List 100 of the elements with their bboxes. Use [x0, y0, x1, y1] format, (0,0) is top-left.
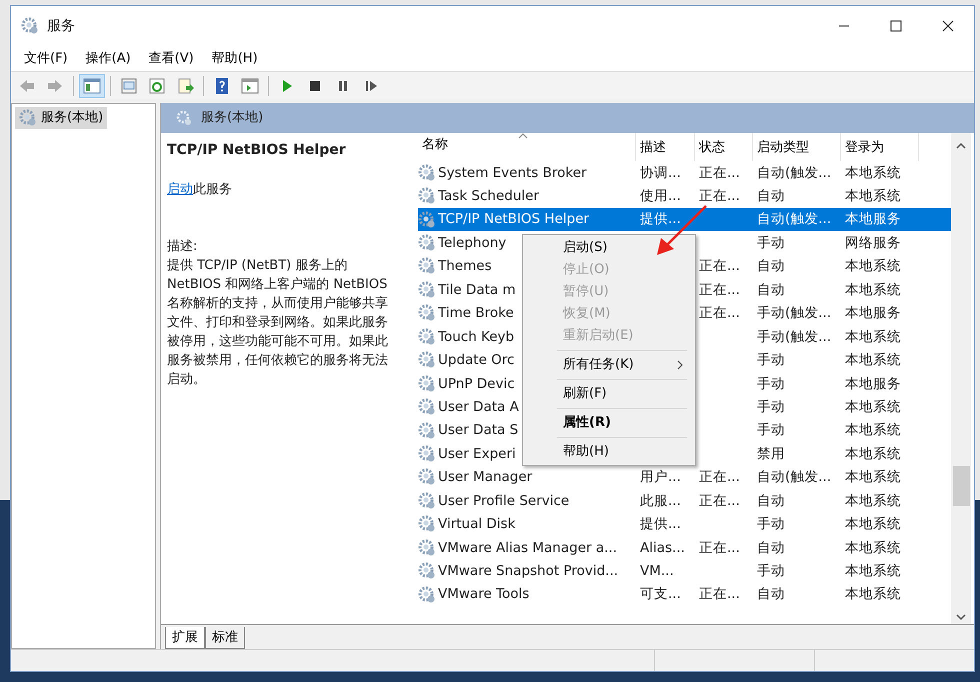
- table-cell: Alias...: [640, 540, 685, 556]
- table-cell: 提供...: [640, 211, 681, 228]
- table-cell: 手动: [757, 422, 785, 438]
- table-cell: 使用...: [640, 188, 681, 204]
- table-cell: 本地系统: [845, 586, 901, 602]
- table-cell: 本地系统: [845, 352, 901, 368]
- table-cell: 手动: [757, 352, 785, 368]
- menu-item[interactable]: 帮助(H): [202, 48, 267, 68]
- view-tab[interactable]: 扩展: [165, 627, 205, 649]
- properties-icon: [120, 76, 138, 94]
- refresh-icon: [148, 76, 166, 94]
- tree-pane-button[interactable]: [79, 74, 105, 98]
- table-cell: 手动(触发...: [757, 328, 832, 345]
- column-header[interactable]: 状态: [695, 133, 753, 161]
- service-gear-icon: [418, 351, 436, 370]
- service-name[interactable]: Themes: [438, 256, 492, 277]
- table-cell: 手动: [757, 516, 785, 532]
- table-cell: 本地系统: [845, 164, 901, 181]
- service-gear-icon: [418, 374, 436, 393]
- table-cell: 正在...: [699, 282, 740, 298]
- start-link[interactable]: 启动: [167, 182, 193, 197]
- table-cell: 本地系统: [845, 282, 901, 298]
- service-name[interactable]: User Data A: [438, 396, 519, 418]
- context-menu-item[interactable]: 帮助(H): [525, 441, 693, 463]
- view-tab[interactable]: 标准: [205, 627, 245, 649]
- service-name[interactable]: VMware Snapshot Provid...: [438, 561, 618, 582]
- table-cell: 本地系统: [845, 446, 901, 462]
- context-menu-item[interactable]: 刷新(F): [525, 383, 693, 405]
- service-name[interactable]: System Events Broker: [438, 162, 587, 183]
- service-name[interactable]: UPnP Devic: [438, 374, 515, 394]
- scrollbar[interactable]: [951, 133, 971, 624]
- service-gear-icon: [418, 164, 436, 182]
- scroll-thumb[interactable]: [952, 466, 970, 506]
- table-cell: 本地系统: [845, 469, 901, 486]
- help-icon: [213, 76, 231, 94]
- service-name[interactable]: User Experi: [438, 444, 516, 464]
- service-gear-icon: [418, 210, 436, 229]
- service-name[interactable]: Tile Data m: [438, 280, 516, 300]
- service-name[interactable]: User Data S: [438, 420, 518, 441]
- table-cell: 提供...: [640, 516, 681, 532]
- service-title: TCP/IP NetBIOS Helper: [167, 141, 347, 160]
- table-cell: 正在...: [699, 540, 740, 556]
- menu-item[interactable]: 文件(F): [15, 48, 77, 68]
- table-cell: 正在...: [699, 586, 740, 602]
- service-gear-icon: [418, 538, 436, 557]
- window-title: 服务: [47, 16, 75, 36]
- table-cell: 手动: [757, 398, 785, 415]
- service-name[interactable]: Task Scheduler: [438, 186, 540, 206]
- table-cell: 自动: [757, 188, 785, 204]
- sort-icon: [518, 133, 528, 139]
- description-text: 提供 TCP/IP (NetBT) 服务上的 NetBIOS 和网络上客户端的 NetBIOS 名称解析的支持，从而使用户能够共享文件、打印和登录到网络。如果此服务被停用，这些功能可能不可用。如果此服务被禁用，任何依赖它的服务将无法启动。: [167, 257, 389, 389]
- service-name[interactable]: User Profile Service: [438, 490, 570, 511]
- description-label: 描述:: [167, 238, 198, 256]
- table-cell: 正在...: [699, 305, 740, 322]
- table-cell: 手动(触发...: [757, 305, 832, 322]
- column-header[interactable]: 名称: [418, 133, 636, 161]
- table-cell: 正在...: [699, 469, 740, 486]
- context-menu-item[interactable]: 启动(S): [525, 237, 693, 259]
- table-cell: 本地系统: [845, 398, 901, 415]
- column-header[interactable]: 描述: [636, 133, 695, 161]
- service-name[interactable]: TCP/IP NetBIOS Helper: [438, 209, 590, 230]
- table-cell: 本地服务: [845, 211, 901, 228]
- service-gear-icon: [418, 234, 436, 252]
- service-gear-icon: [418, 562, 436, 580]
- service-gear-icon: [418, 328, 436, 346]
- table-cell: 本地服务: [845, 305, 901, 322]
- service-gear-icon: [418, 586, 436, 604]
- table-cell: 自动(触发...: [757, 469, 832, 486]
- service-name[interactable]: Virtual Disk: [438, 514, 516, 534]
- table-cell: 自动: [757, 492, 785, 509]
- service-name[interactable]: Telephony: [438, 232, 506, 254]
- export-icon: [176, 76, 194, 94]
- table-cell: 本地系统: [845, 563, 901, 580]
- service-name[interactable]: Update Orc: [438, 350, 514, 370]
- tree-item[interactable]: 服务(本地): [15, 107, 108, 128]
- menu-item[interactable]: 查看(V): [140, 48, 203, 68]
- table-cell: 本地系统: [845, 328, 901, 345]
- service-name[interactable]: Touch Keyb: [438, 326, 514, 347]
- service-name[interactable]: VMware Alias Manager a...: [438, 538, 617, 558]
- column-header[interactable]: 启动类型: [753, 133, 841, 161]
- table-cell: 自动: [757, 540, 785, 556]
- column-header[interactable]: 登录为: [841, 133, 919, 161]
- service-gear-icon: [418, 492, 436, 510]
- menu-item[interactable]: 操作(A): [76, 48, 140, 68]
- service-name[interactable]: VMware Tools: [438, 584, 530, 605]
- service-name[interactable]: User Manager: [438, 467, 532, 488]
- service-name[interactable]: Time Broke: [438, 303, 514, 324]
- context-menu-item[interactable]: 所有任务(K): [525, 354, 693, 376]
- table-cell: 正在...: [699, 258, 740, 274]
- service-gear-icon: [418, 444, 436, 463]
- table-cell: 手动: [757, 234, 785, 251]
- service-gear-icon: [418, 187, 436, 206]
- table-cell: 禁用: [757, 446, 785, 462]
- table-cell: 自动(触发...: [757, 164, 832, 181]
- table-cell: 正在...: [699, 188, 740, 204]
- context-menu-item[interactable]: 属性(R): [525, 412, 693, 434]
- app-gear-icon: [21, 17, 39, 35]
- service-gear-icon: [418, 398, 436, 416]
- table-cell: 自动: [757, 282, 785, 298]
- tree-item-label: 服务(本地): [41, 109, 104, 127]
